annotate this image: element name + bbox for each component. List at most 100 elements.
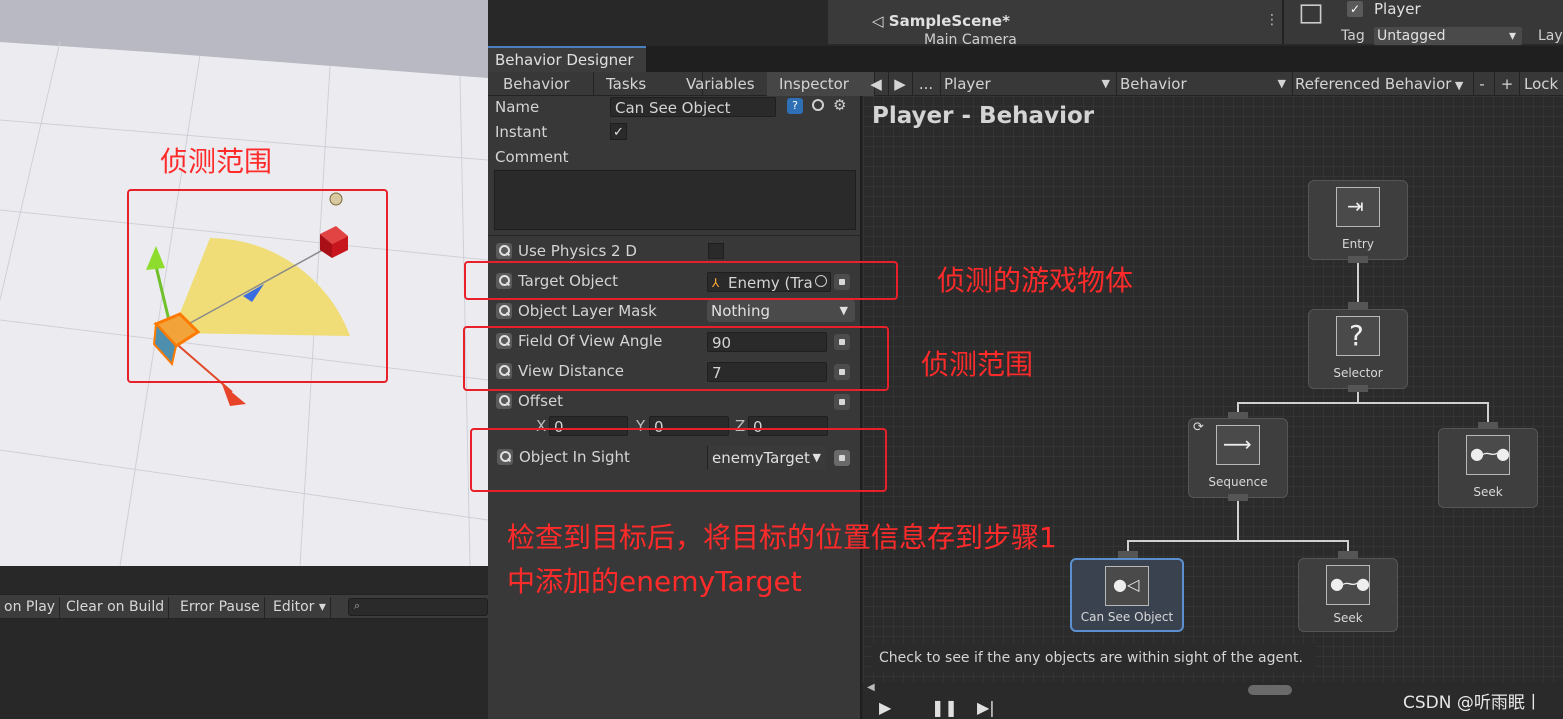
use-physics-label: Use Physics 2 D	[518, 242, 637, 260]
tag-dropdown[interactable]: Untagged ▾	[1374, 27, 1522, 45]
editor-label: Editor	[273, 599, 315, 615]
entry-node-label: Entry	[1342, 237, 1374, 251]
wire-sequence-down	[1237, 496, 1239, 541]
remove-behavior-button[interactable]: -	[1470, 72, 1495, 96]
step-icon[interactable]: ▶|	[977, 698, 995, 717]
annotation-range-note: 侦测范围	[921, 348, 1034, 381]
active-checkbox[interactable]: ✓	[1347, 1, 1363, 17]
chevron-down-icon: ▼	[1451, 79, 1464, 92]
search-icon: ⌕	[354, 599, 361, 612]
layer-label: Lay	[1538, 28, 1563, 44]
annotation-box-sight	[470, 428, 887, 492]
behavior-dropdown[interactable]: Behavior ▼	[1116, 72, 1293, 96]
back-arrow-icon[interactable]: ◀	[864, 72, 889, 96]
selector-node[interactable]: ? Selector	[1308, 309, 1408, 389]
wire-sequence-branch	[1127, 540, 1349, 542]
behavior-dropdown-value: Behavior	[1120, 75, 1187, 93]
node-connector	[1348, 385, 1368, 392]
node-connector	[1228, 494, 1248, 501]
node-connector	[1338, 551, 1358, 558]
clear-on-build-button[interactable]: Clear on Build	[62, 597, 170, 618]
help-icon[interactable]: ?	[787, 98, 803, 114]
comment-label: Comment	[495, 148, 569, 166]
can-see-object-node[interactable]: ●◁ Can See Object	[1070, 558, 1184, 632]
node-connector	[1118, 551, 1138, 558]
node-connector	[1348, 256, 1368, 263]
hierarchy-inspector-header: ◁ SampleScene* Main Camera ⋮ ✓ Player Ta…	[828, 0, 1563, 48]
console-toolbar: on Play Clear on Build Error Pause Edito…	[0, 594, 488, 619]
search-icon[interactable]	[496, 393, 512, 409]
watermark: CSDN @听雨眠丨	[1403, 693, 1542, 713]
layer-mask-value: Nothing	[711, 302, 770, 320]
instant-label: Instant	[495, 123, 548, 141]
annotation-box-target	[464, 261, 898, 300]
seek-node-bottom[interactable]: ●⁓● Seek	[1298, 558, 1398, 632]
task-name-input[interactable]: Can See Object	[610, 97, 776, 117]
search-icon[interactable]	[496, 243, 512, 259]
tag-label: Tag	[1341, 28, 1365, 44]
seek-icon: ●⁓●	[1466, 435, 1510, 475]
behavior-designer-window-tab[interactable]: Behavior Designer	[488, 46, 646, 73]
entry-node[interactable]: ⇥ Entry	[1308, 180, 1408, 260]
gear-icon[interactable]: ⚙	[833, 96, 846, 114]
node-connector	[1348, 302, 1368, 309]
offset-label: Offset	[518, 392, 564, 410]
seek-node-right-label: Seek	[1473, 485, 1503, 499]
task-description: Check to see if the any objects are with…	[879, 650, 1303, 666]
chevron-down-icon: ▼	[1277, 77, 1286, 90]
add-behavior-button[interactable]: +	[1495, 72, 1520, 96]
object-layer-mask-dropdown[interactable]: Nothing ▼	[707, 300, 855, 322]
divider	[488, 235, 862, 236]
scroll-left-icon[interactable]: ◀	[867, 682, 875, 693]
tab-variables[interactable]: Variables	[674, 72, 780, 96]
object-dropdown-value: Player	[944, 75, 991, 93]
wire-selector-branch	[1237, 402, 1489, 404]
hierarchy-panel: ◁ SampleScene* Main Camera ⋮	[828, 0, 1284, 48]
seek-node-right[interactable]: ●⁓● Seek	[1438, 428, 1538, 508]
repeat-icon: ⟳	[1193, 420, 1204, 435]
task-description-bar: Check to see if the any objects are with…	[871, 644, 1316, 672]
search-icon[interactable]	[496, 303, 512, 319]
sequence-node[interactable]: ⟳ ⟶ Sequence	[1188, 418, 1288, 498]
question-icon: ?	[1336, 316, 1380, 356]
inspector-object-name[interactable]: Player	[1374, 0, 1421, 18]
annotation-box-range	[463, 326, 889, 391]
use-physics-checkbox[interactable]	[708, 243, 724, 259]
annotation-target-note: 侦测的游戏物体	[937, 264, 1134, 297]
forward-arrow-icon[interactable]: ▶	[888, 72, 913, 96]
graph-title: Player - Behavior	[872, 103, 1095, 129]
object-dropdown[interactable]: Player ▼	[940, 72, 1117, 96]
watch-icon[interactable]	[812, 99, 824, 111]
console-search-input[interactable]: ⌕	[348, 598, 488, 616]
annotation-sight-line2: 中添加的enemyTarget	[507, 565, 802, 598]
referenced-behavior-dropdown[interactable]: Referenced Behavior ▼	[1291, 72, 1474, 96]
error-pause-button[interactable]: Error Pause	[176, 597, 265, 618]
chevron-down-icon: ▾	[1508, 28, 1516, 44]
behavior-designer-toolbar: Behavior Tasks Variables Inspector ◀ ▶ .…	[488, 72, 1563, 96]
hierarchy-menu-icon[interactable]: ⋮	[1265, 12, 1279, 28]
play-icon[interactable]: ▶	[879, 698, 891, 717]
scene-name: SampleScene*	[888, 12, 1010, 30]
hierarchy-scene-item[interactable]: ◁ SampleScene*	[872, 12, 1010, 30]
sequence-arrow-icon: ⟶	[1216, 425, 1260, 465]
pause-icon[interactable]: ❚❚	[931, 698, 958, 717]
shared-variable-button[interactable]	[834, 394, 850, 410]
eye-sight-icon: ●◁	[1105, 566, 1149, 606]
entry-icon: ⇥	[1336, 187, 1380, 227]
tab-inspector[interactable]: Inspector	[767, 72, 875, 96]
behavior-graph-canvas[interactable]: Player - Behavior ⇥ Entry ? Selector ⟳ ⟶…	[863, 96, 1563, 682]
more-button[interactable]: ...	[912, 72, 941, 96]
lock-button[interactable]: Lock	[1524, 72, 1563, 96]
window-title: Behavior Designer	[495, 51, 634, 69]
comment-textarea[interactable]	[494, 170, 856, 230]
horizontal-scrollbar[interactable]	[1248, 685, 1292, 695]
instant-checkbox[interactable]: ✓	[610, 123, 627, 140]
annotation-box-scene	[127, 189, 388, 383]
console-panel	[0, 620, 488, 719]
chevron-down-icon: ▼	[839, 304, 848, 317]
editor-dropdown[interactable]: Editor ▾	[269, 597, 331, 618]
window-tab-strip	[646, 46, 1563, 73]
clear-on-play-button[interactable]: on Play	[0, 597, 61, 618]
seek-icon: ●⁓●	[1326, 565, 1370, 605]
annotation-scene-range: 侦测范围	[160, 145, 273, 178]
